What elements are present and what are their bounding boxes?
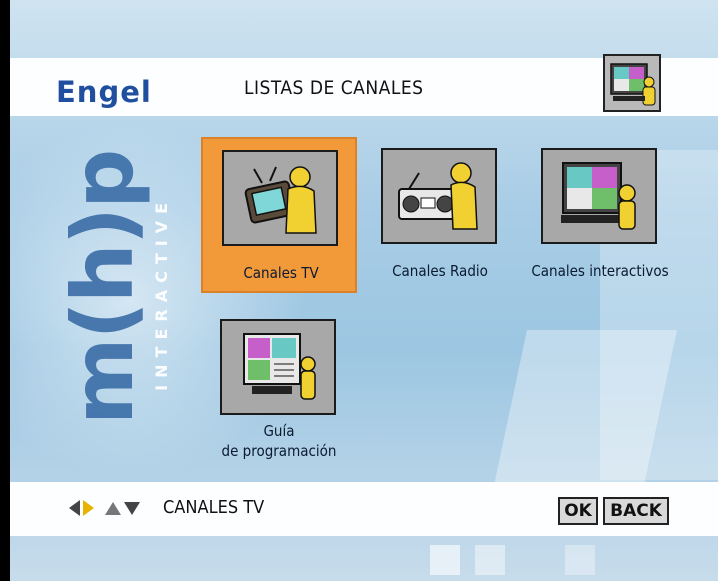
menu-item-canales-tv[interactable]: Canales TV: [201, 137, 357, 293]
back-button[interactable]: BACK: [603, 497, 669, 525]
ok-button[interactable]: OK: [558, 497, 598, 525]
background-tile: [475, 545, 505, 575]
tv-icon: [222, 150, 338, 246]
mhp-logo: m(h)p: [54, 150, 152, 425]
program-guide-icon: [220, 319, 336, 415]
arrow-left-icon: [69, 500, 80, 516]
nav-arrows: [69, 500, 140, 516]
menu-item-label: Canales interactivos: [531, 262, 669, 280]
arrow-right-icon: [83, 500, 94, 516]
menu-item-canales-radio[interactable]: Canales Radio: [362, 137, 518, 293]
arrow-up-icon: [105, 501, 121, 515]
arrow-down-icon: [124, 501, 140, 515]
radio-icon: [381, 148, 497, 244]
engel-logo: Engel: [56, 75, 152, 109]
page-title: LISTAS DE CANALES: [244, 77, 424, 99]
header-interactive-tv-icon: [603, 54, 661, 112]
menu-item-label: Canales Radio: [392, 262, 488, 280]
interactive-vertical-text: INTERACTIVE: [152, 196, 171, 391]
menu-item-label: Canales TV: [243, 264, 319, 282]
menu-item-canales-interactivos[interactable]: Canales interactivos: [522, 137, 678, 293]
menu-item-label-line1: Guía: [263, 422, 295, 440]
background-tile: [430, 545, 460, 575]
current-selection-label: CANALES TV: [163, 497, 265, 518]
background-tile: [565, 545, 595, 575]
interactive-tv-icon: [541, 148, 657, 244]
menu-item-guia-programacion[interactable]: Guía de programación: [201, 308, 357, 464]
menu-item-label-line2: de programación: [221, 442, 337, 460]
